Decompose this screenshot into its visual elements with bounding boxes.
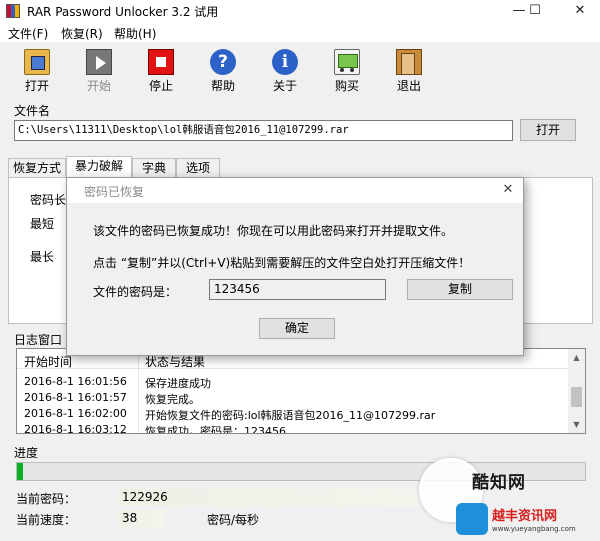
- menu-file[interactable]: 文件(F): [8, 25, 48, 42]
- log-row[interactable]: 2016-8-1 16:03:12 恢复成功，密码是：123456: [17, 423, 569, 434]
- tab-brute-force[interactable]: 暴力破解: [66, 156, 132, 178]
- progress-label: 进度: [14, 446, 39, 460]
- filename-input[interactable]: C:\Users\11311\Desktop\lol韩服语音包2016_11@1…: [14, 120, 513, 141]
- menu-help[interactable]: 帮助(H): [114, 25, 156, 42]
- exit-label: 退出: [396, 79, 421, 93]
- log-scrollbar[interactable]: ▲ ▼: [568, 349, 585, 433]
- current-password-label: 当前密码：: [16, 492, 77, 506]
- log-message: 保存进度成功: [145, 377, 211, 390]
- dialog-title: 密码已恢复: [84, 185, 145, 199]
- info-icon: i: [272, 49, 298, 75]
- watermark-site-url: www.yueyangbang.com: [492, 525, 576, 533]
- close-button[interactable]: ✕: [570, 2, 590, 20]
- log-col-time[interactable]: 开始时间: [24, 353, 72, 370]
- about-label: 关于: [272, 79, 297, 93]
- toolbar: 打开 开始 停止 ? 帮助 i 关于 购买 退出: [0, 43, 600, 95]
- stop-label: 停止: [148, 79, 173, 93]
- log-row[interactable]: 2016-8-1 16:01:57 恢复完成。: [17, 391, 569, 406]
- dialog-password-label: 文件的密码是：: [93, 285, 178, 299]
- start-label: 开始: [86, 79, 111, 93]
- log-time: 2016-8-1 16:01:56: [24, 375, 127, 388]
- help-label: 帮助: [210, 79, 235, 93]
- log-label: 日志窗口: [14, 333, 63, 347]
- title-bar: RAR Password Unlocker 3.2 试用 — ☐ ✕: [0, 0, 600, 22]
- site-logo-icon: [456, 503, 488, 535]
- tab-options[interactable]: 选项: [176, 158, 220, 178]
- dialog-title-bar: 密码已恢复 ✕: [67, 178, 523, 203]
- menu-bar: 文件(F) 恢复(R) 帮助(H): [0, 22, 600, 42]
- log-row[interactable]: 2016-8-1 16:02:00 开始恢复文件的密码:lol韩服语音包2016…: [17, 407, 569, 422]
- help-button[interactable]: ? 帮助: [198, 47, 248, 95]
- scroll-up-arrow-icon[interactable]: ▲: [568, 349, 585, 366]
- filename-label: 文件名: [14, 104, 51, 118]
- open-button[interactable]: 打开: [12, 47, 62, 95]
- speed-unit: 密码/每秒: [207, 513, 260, 527]
- current-speed-label: 当前速度：: [16, 513, 77, 527]
- password-recovered-dialog: 密码已恢复 ✕ 该文件的密码已恢复成功！你现在可以用此密码来打开并提取文件。 点…: [66, 177, 524, 356]
- rar-app-icon: [6, 4, 20, 18]
- scroll-down-arrow-icon[interactable]: ▼: [568, 416, 585, 433]
- watermark-site-name: 越丰资讯网: [492, 509, 558, 524]
- log-time: 2016-8-1 16:01:57: [24, 391, 127, 404]
- open-label: 打开: [24, 79, 49, 93]
- tab-dictionary[interactable]: 字典: [132, 158, 176, 178]
- stop-button[interactable]: 停止: [136, 47, 186, 95]
- ok-button[interactable]: 确定: [259, 318, 335, 339]
- current-password-value: 122926: [122, 490, 168, 504]
- buy-label: 购买: [334, 79, 359, 93]
- dialog-message-success: 该文件的密码已恢复成功！你现在可以用此密码来打开并提取文件。: [93, 224, 454, 238]
- exit-button[interactable]: 退出: [384, 47, 434, 95]
- stop-icon: [148, 49, 174, 75]
- log-list[interactable]: 开始时间 状态与结果 2016-8-1 16:01:56 保存进度成功 2016…: [16, 348, 586, 434]
- copy-button[interactable]: 复制: [407, 279, 513, 300]
- dialog-message-instruction: 点击 “复制”并以(Ctrl+V)粘贴到需要解压的文件空白处打开压缩文件！: [93, 256, 471, 270]
- current-speed-value: 38: [122, 511, 138, 525]
- log-time: 2016-8-1 16:02:00: [24, 407, 127, 420]
- recovered-password-field[interactable]: 123456: [209, 279, 386, 300]
- browse-open-button[interactable]: 打开: [520, 119, 576, 141]
- log-message: 开始恢复文件的密码:lol韩服语音包2016_11@107299.rar: [145, 409, 436, 422]
- cart-icon: [334, 49, 360, 75]
- min-length-label: 最短: [30, 217, 55, 231]
- maximize-button[interactable]: ☐: [525, 2, 545, 20]
- log-message: 恢复成功，密码是：123456: [145, 425, 286, 434]
- buy-button[interactable]: 购买: [322, 47, 372, 95]
- start-button[interactable]: 开始: [74, 47, 124, 95]
- log-message: 恢复完成。: [145, 393, 200, 406]
- exit-door-icon: [396, 49, 422, 75]
- dialog-close-icon[interactable]: ✕: [499, 181, 517, 199]
- progress-fill: [17, 463, 23, 480]
- help-icon: ?: [210, 49, 236, 75]
- log-time: 2016-8-1 16:03:12: [24, 423, 127, 434]
- window-title: RAR Password Unlocker 3.2 试用: [27, 5, 219, 19]
- about-button[interactable]: i 关于: [260, 47, 310, 95]
- watermark-brand: 酷知网: [472, 473, 526, 493]
- play-icon: [86, 49, 112, 75]
- max-length-label: 最长: [30, 250, 55, 264]
- tab-recovery-mode[interactable]: 恢复方式: [8, 158, 66, 178]
- log-row[interactable]: 2016-8-1 16:01:56 保存进度成功: [17, 375, 569, 390]
- open-icon: [24, 49, 50, 75]
- scroll-thumb[interactable]: [571, 387, 582, 407]
- menu-recover[interactable]: 恢复(R): [61, 25, 103, 42]
